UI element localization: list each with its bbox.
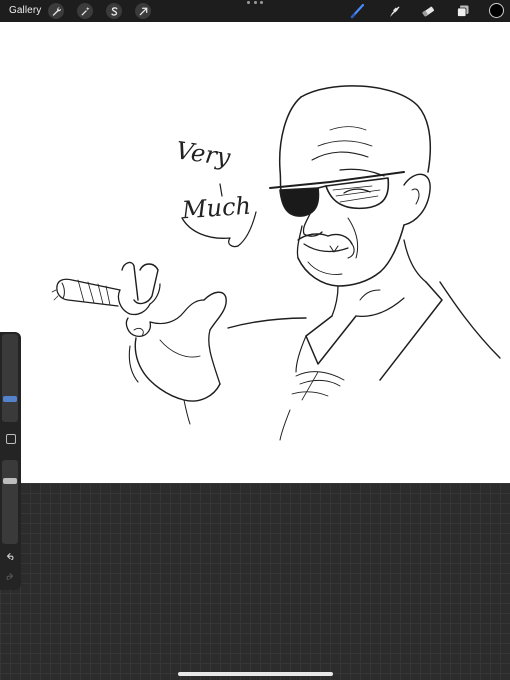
redo-icon[interactable] [4,571,16,583]
magic-wand-icon[interactable] [77,3,93,19]
selection-s-icon[interactable] [106,3,122,19]
eraser-icon[interactable] [419,2,437,20]
top-toolbar: Gallery [0,0,510,22]
procreate-app: Gallery Very Much [0,0,510,680]
sketch-artwork [51,85,501,441]
undo-icon[interactable] [4,551,16,563]
modify-square-icon[interactable] [6,434,16,444]
transform-arrow-icon[interactable] [135,3,151,19]
brush-size-slider-thumb[interactable] [3,396,17,402]
smudge-icon[interactable] [385,2,403,20]
current-color-swatch[interactable] [489,3,504,18]
brush-size-slider[interactable] [2,334,18,422]
home-indicator[interactable] [178,672,333,676]
wrench-icon[interactable] [48,3,64,19]
left-sidebar [0,332,21,590]
brush-icon[interactable] [348,2,366,20]
drawing-canvas[interactable]: Very Much [0,22,510,483]
more-options-dots-icon[interactable] [247,1,263,9]
workspace-grid [0,483,510,680]
handwritten-text-much: Much [181,191,252,225]
opacity-slider-thumb[interactable] [3,478,17,484]
gallery-button[interactable]: Gallery [9,4,41,18]
layers-icon[interactable] [454,2,472,20]
opacity-slider[interactable] [2,460,18,544]
